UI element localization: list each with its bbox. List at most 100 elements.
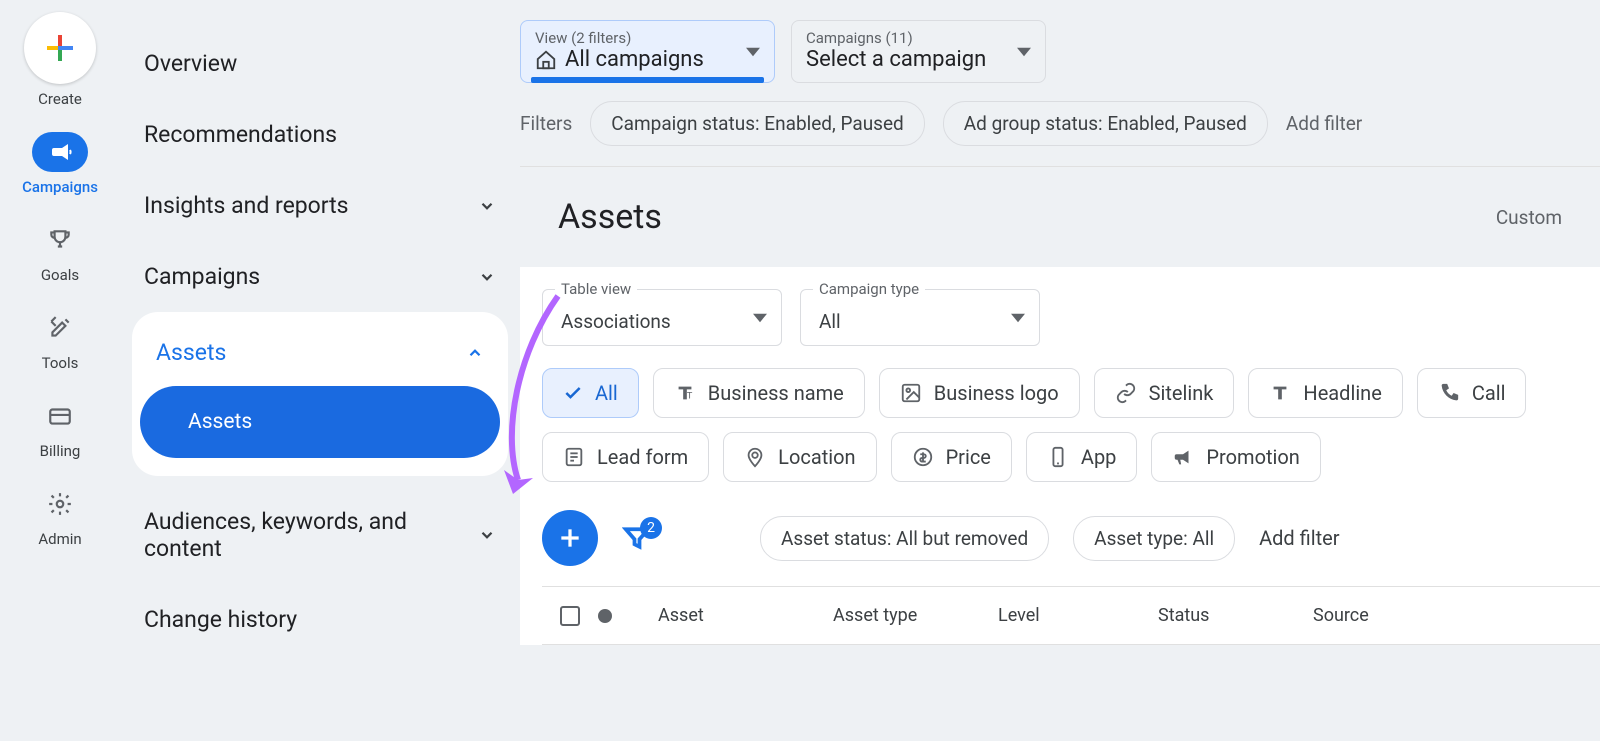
plus-multicolor-icon xyxy=(24,12,96,84)
campaign-type-label: Campaign type xyxy=(813,280,925,298)
col-asset[interactable]: Asset xyxy=(644,587,819,644)
chip-asset-type[interactable]: Asset type: All xyxy=(1073,516,1235,561)
nav-history-label: Change history xyxy=(144,606,297,633)
link-icon xyxy=(1115,382,1137,404)
nav-history[interactable]: Change history xyxy=(120,584,520,655)
table-action-row: 2 Asset status: All but removed Asset ty… xyxy=(542,482,1600,586)
asset-type-chips: All T Business name Business logo Siteli… xyxy=(542,346,1600,482)
campaign-selector[interactable]: Campaigns (11) Select a campaign xyxy=(791,20,1046,83)
svg-text:T: T xyxy=(687,392,693,402)
col-status[interactable]: Status xyxy=(1144,587,1299,644)
nav-recommendations-label: Recommendations xyxy=(144,121,337,148)
table-view-value: Associations xyxy=(561,310,671,333)
nav-assets-label: Assets xyxy=(156,339,226,366)
create-button[interactable]: Create xyxy=(24,12,96,108)
filter-funnel-button[interactable]: 2 xyxy=(622,523,652,553)
select-all-checkbox[interactable] xyxy=(560,606,580,626)
image-icon xyxy=(900,382,922,404)
chevron-down-icon xyxy=(478,526,496,544)
phone-icon xyxy=(1438,382,1460,404)
nav-billing[interactable]: Billing xyxy=(32,396,88,460)
form-icon xyxy=(563,446,585,468)
page-title: Assets xyxy=(558,197,662,237)
chip-call[interactable]: Call xyxy=(1417,368,1527,418)
triangle-down-icon xyxy=(1017,45,1031,59)
chip-all[interactable]: All xyxy=(542,368,639,418)
chevron-down-icon xyxy=(478,268,496,286)
main-content: View (2 filters) All campaigns Campaigns… xyxy=(520,0,1600,741)
view-selector[interactable]: View (2 filters) All campaigns xyxy=(520,20,775,83)
view-selector-value: All campaigns xyxy=(535,47,760,72)
nav-campaigns-expand[interactable]: Campaigns xyxy=(120,241,520,312)
chevron-up-icon xyxy=(466,344,484,362)
nav-goals[interactable]: Goals xyxy=(32,220,88,284)
col-level[interactable]: Level xyxy=(984,587,1144,644)
campaign-type-dropdown[interactable]: Campaign type All xyxy=(800,289,1040,346)
assets-panel: Assets Assets xyxy=(132,312,508,476)
add-asset-button[interactable] xyxy=(542,510,598,566)
nav-audiences[interactable]: Audiences, keywords, and content xyxy=(120,486,520,584)
trophy-icon xyxy=(32,220,88,260)
status-dot-icon xyxy=(598,609,612,623)
col-asset-type[interactable]: Asset type xyxy=(819,587,984,644)
nav-campaigns[interactable]: Campaigns xyxy=(22,132,98,196)
nav-billing-label: Billing xyxy=(40,442,81,460)
campaign-selector-small: Campaigns (11) xyxy=(806,29,1031,47)
view-selector-small: View (2 filters) xyxy=(535,29,760,47)
nav-tools[interactable]: Tools xyxy=(32,308,88,372)
add-filter-button[interactable]: Add filter xyxy=(1286,112,1362,135)
chip-business-logo[interactable]: Business logo xyxy=(879,368,1080,418)
filter-badge: 2 xyxy=(640,517,662,539)
triangle-down-icon xyxy=(746,45,760,59)
text-icon: T xyxy=(674,382,696,404)
nav-overview-label: Overview xyxy=(144,50,237,77)
check-icon xyxy=(563,383,583,403)
chip-app[interactable]: App xyxy=(1026,432,1138,482)
nav-campaigns-label: Campaigns xyxy=(22,178,98,196)
card-icon xyxy=(32,396,88,436)
add-table-filter[interactable]: Add filter xyxy=(1259,526,1339,550)
triangle-down-icon xyxy=(753,311,767,325)
nav-insights[interactable]: Insights and reports xyxy=(120,170,520,241)
chip-lead-form[interactable]: Lead form xyxy=(542,432,709,482)
content-card: Table view Associations Campaign type Al… xyxy=(520,267,1600,645)
secondary-nav: Overview Recommendations Insights and re… xyxy=(120,0,520,741)
nav-audiences-label: Audiences, keywords, and content xyxy=(144,508,424,562)
nav-admin[interactable]: Admin xyxy=(32,484,88,548)
create-label: Create xyxy=(38,90,82,108)
icon-rail: Create Campaigns Goals Tools Billing Adm… xyxy=(0,0,120,741)
table-header-row: Asset Asset type Level Status Source xyxy=(542,586,1600,645)
nav-assets-sub-label: Assets xyxy=(188,410,252,434)
scope-filter-row: Filters Campaign status: Enabled, Paused… xyxy=(520,83,1600,167)
triangle-down-icon xyxy=(1011,311,1025,325)
custom-columns-button[interactable]: Custom xyxy=(1496,206,1562,229)
chip-location[interactable]: Location xyxy=(723,432,876,482)
nav-assets-sub[interactable]: Assets xyxy=(140,386,500,458)
campaign-type-value: All xyxy=(819,310,841,333)
nav-recommendations[interactable]: Recommendations xyxy=(120,99,520,170)
dollar-icon xyxy=(912,446,934,468)
chip-business-name[interactable]: T Business name xyxy=(653,368,865,418)
chip-promotion[interactable]: Promotion xyxy=(1151,432,1320,482)
chip-asset-status[interactable]: Asset status: All but removed xyxy=(760,516,1049,561)
nav-campaigns-exp-label: Campaigns xyxy=(144,263,260,290)
chevron-down-icon xyxy=(478,197,496,215)
filter-chip-adgroup-status[interactable]: Ad group status: Enabled, Paused xyxy=(943,101,1268,146)
campaign-selector-value: Select a campaign xyxy=(806,47,1031,72)
filter-chip-campaign-status[interactable]: Campaign status: Enabled, Paused xyxy=(590,101,924,146)
nav-tools-label: Tools xyxy=(42,354,79,372)
chip-headline[interactable]: Headline xyxy=(1248,368,1402,418)
megaphone-icon xyxy=(32,132,88,172)
pin-icon xyxy=(744,446,766,468)
nav-overview[interactable]: Overview xyxy=(120,28,520,99)
home-icon xyxy=(535,49,557,71)
col-source[interactable]: Source xyxy=(1299,587,1383,644)
gear-icon xyxy=(32,484,88,524)
nav-assets-header[interactable]: Assets xyxy=(132,312,508,384)
chip-price[interactable]: Price xyxy=(891,432,1012,482)
nav-admin-label: Admin xyxy=(38,530,81,548)
nav-insights-label: Insights and reports xyxy=(144,192,349,219)
table-view-dropdown[interactable]: Table view Associations xyxy=(542,289,782,346)
plus-icon xyxy=(557,525,583,551)
chip-sitelink[interactable]: Sitelink xyxy=(1094,368,1235,418)
